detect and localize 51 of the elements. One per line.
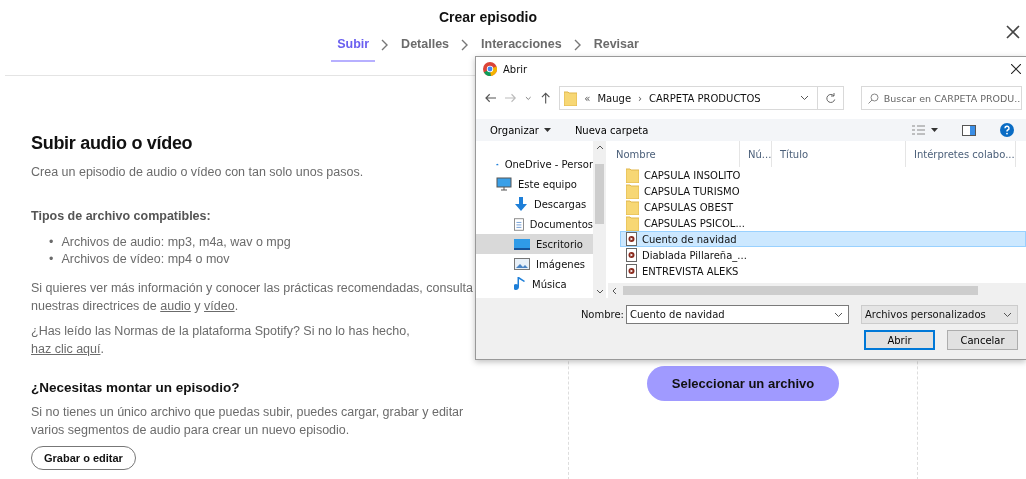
section-heading: ¿Necesitas montar un episodio? [31,380,241,395]
list-item: Archivos de audio: mp3, m4a, wav o mpg [61,234,291,251]
file-row[interactable]: CAPSULA INSOLITO [620,167,1026,183]
file-row[interactable]: CAPSULAS PSICOL... [620,215,1026,231]
list-heading: Tipos de archivo compatibles: [31,207,212,225]
nav-item[interactable]: OneDrive - Persor [476,154,593,174]
toolbar-button[interactable]: Nueva carpeta [574,124,649,136]
file-row[interactable]: Cuento de navidad [620,231,1026,247]
path-separator: › [638,92,643,104]
step-tab[interactable]: Revisar [587,33,645,62]
paragraph: ¿Has leído las Normas de la plataforma Spotify? Si no lo has hecho, haz clic aquí. [31,323,411,358]
step-tab[interactable]: Interacciones [475,33,568,62]
dialog-title: Abrir [503,63,528,75]
breadcrumb[interactable]: CARPETA PRODUCTOS [649,92,761,104]
column-header[interactable]: Nú... [740,141,772,167]
column-header[interactable]: Intérpretes colabo... [906,141,1016,167]
paragraph: Si quieres ver más información y conocer las prácticas recomendadas, consulta nuestras directrices de audio y vídeo. [31,280,474,315]
nav-item[interactable]: Documentos [476,214,593,234]
file-row[interactable]: ENTREVISTA ALEKS [620,263,1026,279]
column-header[interactable]: Nombre [608,141,740,167]
file-row[interactable]: Diablada Pillareña_... [620,247,1026,263]
column-header[interactable]: Título [772,141,906,167]
subtitle: Crea un episodio de audio o vídeo con tan solo unos pasos. [31,164,365,181]
dialog-button[interactable]: Abrir [864,330,935,350]
step-tab[interactable]: Subir [331,33,376,62]
toolbar-button[interactable]: Organizar [490,124,551,136]
section-heading: Subir audio o vídeo [31,133,194,154]
nav-item[interactable]: Este equipo [476,174,593,194]
overflow-chevron[interactable]: « [584,92,591,104]
link[interactable]: vídeo [204,298,235,313]
breadcrumb[interactable]: Mauge [597,92,632,104]
nav-item[interactable]: Descargas [476,194,593,214]
bullet: • [49,234,54,251]
bullet: • [49,251,54,268]
paragraph: Si no tienes un único archivo que puedas subir, puedes cargar, grabar y editar varios segmentos de audio para crear un nuevo episodio. [31,404,465,439]
nav-item[interactable]: Escritorio [476,234,593,254]
select-file-button[interactable]: Seleccionar un archivo [646,366,840,401]
record-button[interactable]: Grabar o editar [31,446,136,470]
dialog-button[interactable]: Cancelar [947,330,1018,350]
file-row[interactable]: CAPSULA TURISMO [620,183,1026,199]
nav-item[interactable]: Música [476,274,593,294]
file-type-dropdown[interactable]: Archivos personalizados [861,305,1018,324]
address-bar[interactable]: « Mauge › CARPETA PRODUCTOS [559,86,818,110]
filename-field[interactable]: Cuento de navidad [626,305,849,324]
field-label: Nombre: [580,309,624,320]
link[interactable]: audio [160,298,191,313]
step-tab[interactable]: Detalles [395,33,456,62]
page-title: Crear episodio [438,8,538,25]
list-item: Archivos de vídeo: mp4 o mov [61,251,230,268]
nav-item[interactable]: Imágenes [476,254,593,274]
file-row[interactable]: CAPSULAS OBEST [620,199,1026,215]
